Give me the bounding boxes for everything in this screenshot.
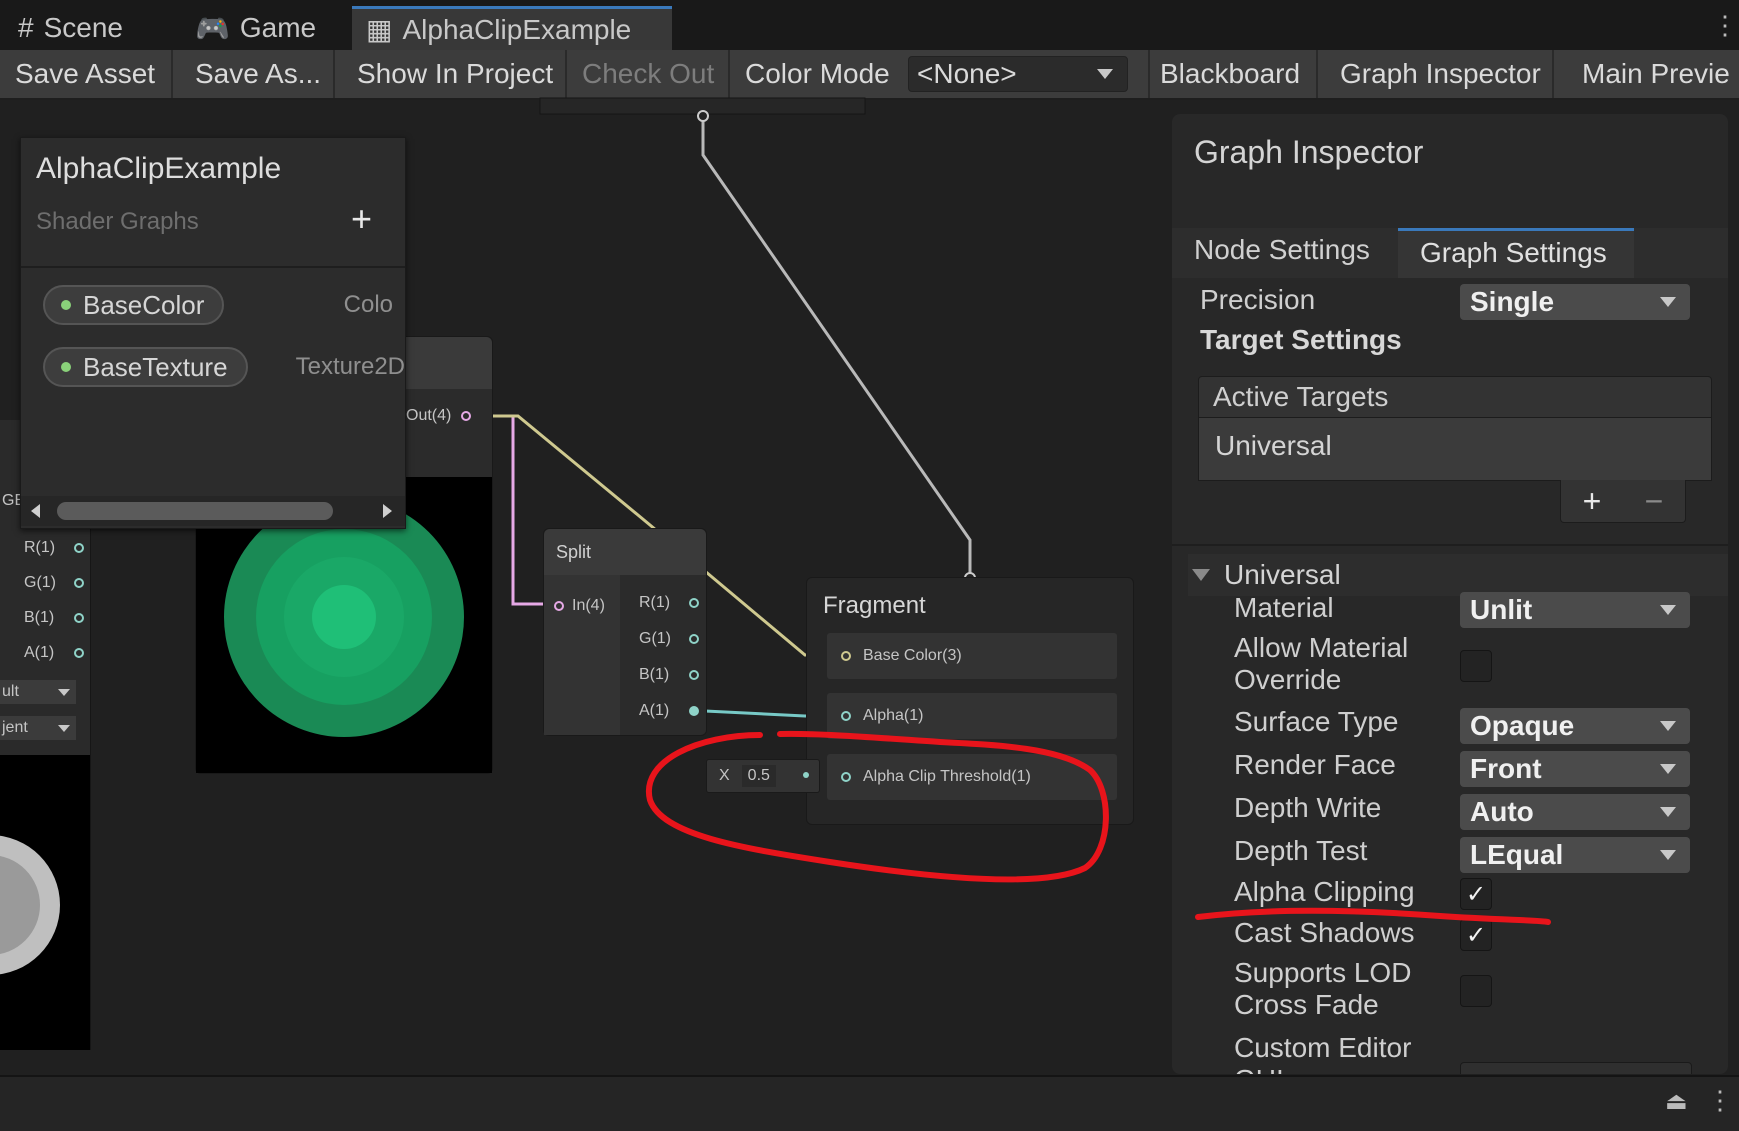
status-bar: ⏏ ⋮ [0,1075,1739,1131]
red-annotation-overlay [645,730,1551,925]
annotation-underline [1195,907,1551,925]
lock-icon[interactable]: ⏏ [1665,1087,1688,1116]
more-options-icon[interactable]: ⋮ [1707,1085,1733,1116]
annotation-circle [645,730,1109,883]
